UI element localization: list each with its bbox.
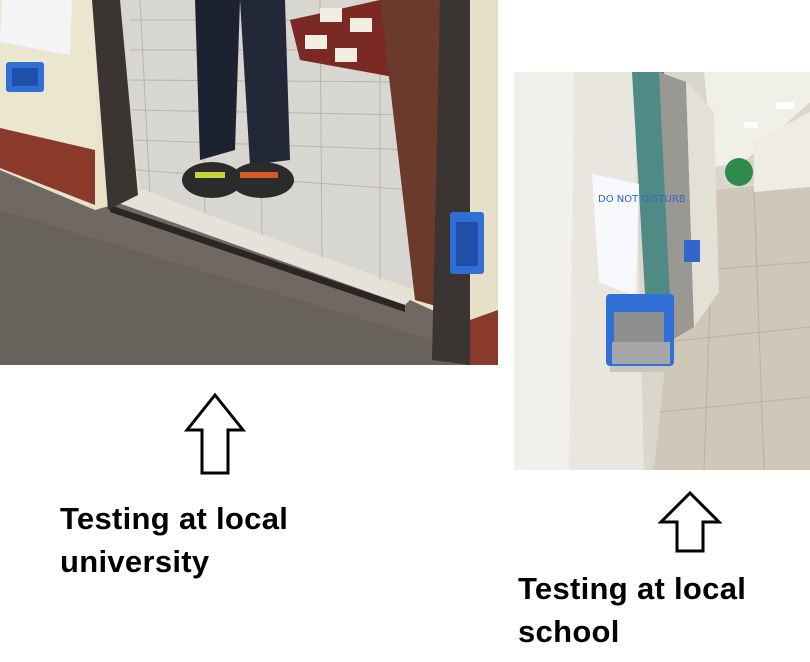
school-caption-line1: Testing at local	[518, 571, 747, 606]
up-arrow-icon	[657, 490, 723, 554]
university-caption-line2: university	[60, 544, 210, 579]
university-caption: Testing at local university	[60, 497, 288, 583]
do-not-disturb-sign-text: DO NOT DISTURB	[598, 194, 686, 205]
university-caption-line1: Testing at local	[60, 501, 289, 536]
university-doorway-image	[0, 0, 498, 365]
university-doorway-photo	[0, 0, 498, 365]
school-caption: Testing at local school	[518, 567, 746, 653]
up-arrow-icon	[183, 392, 247, 476]
school-hallway-image: DO NOT DISTURB	[514, 72, 810, 470]
school-caption-line2: school	[518, 614, 620, 649]
school-hallway-photo: DO NOT DISTURB	[514, 72, 810, 470]
